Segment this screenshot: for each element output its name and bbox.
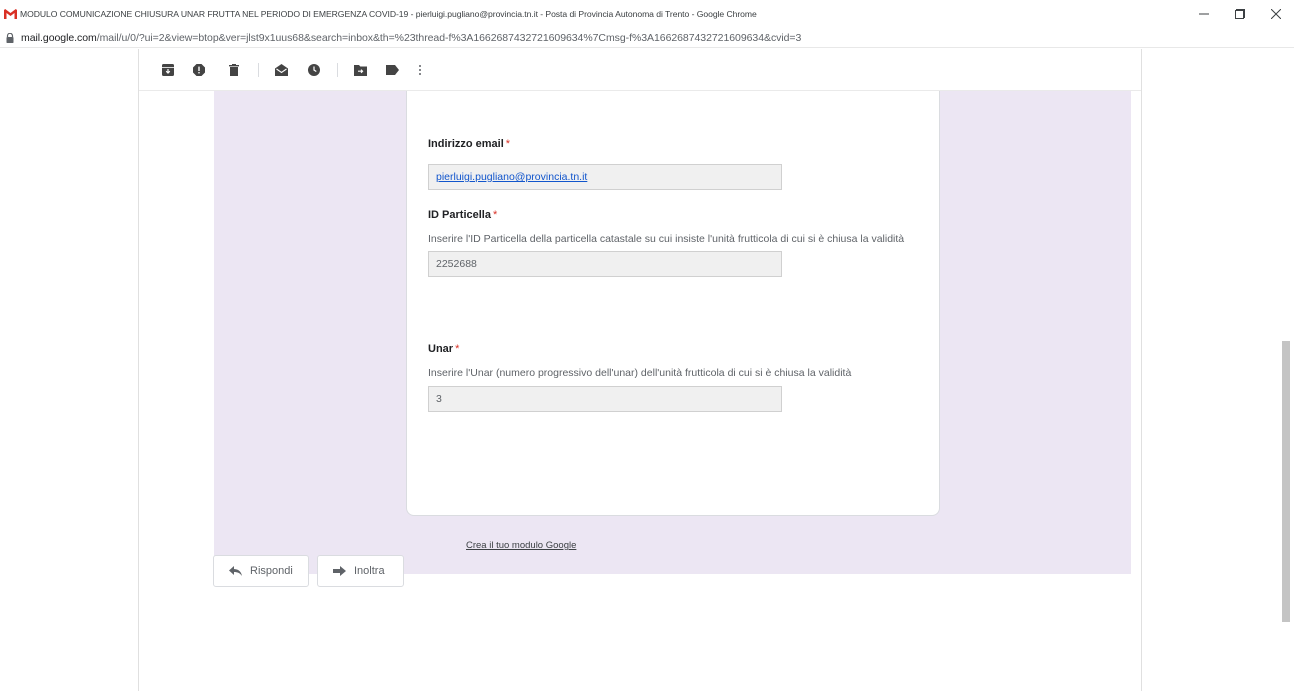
question-title: Indirizzo email *: [428, 138, 782, 150]
answer-value: 3: [436, 393, 442, 405]
toolbar-separator: [258, 63, 259, 77]
question-title-text: Unar: [428, 343, 454, 355]
required-mark: *: [455, 343, 460, 355]
question-particella: ID Particella * Inserire l'ID Particella …: [428, 209, 928, 277]
question-title: Unar *: [428, 343, 928, 355]
mark-unread-icon[interactable]: [274, 63, 288, 77]
question-email: Indirizzo email * pierluigi.pugliano@prov…: [428, 138, 782, 190]
reply-icon: [228, 564, 242, 578]
gmail-logo-icon: [4, 9, 17, 19]
archive-icon[interactable]: [161, 63, 175, 77]
google-form-embed: Indirizzo email * pierluigi.pugliano@prov…: [214, 91, 1131, 574]
create-google-form-link[interactable]: Crea il tuo modulo Google: [466, 540, 576, 551]
forward-label: Inoltra: [354, 565, 385, 577]
page-scrollbar-thumb[interactable]: [1282, 341, 1290, 622]
window-title: MODULO COMUNICAZIONE CHIUSURA UNAR FRUTT…: [20, 9, 757, 19]
url-path: /mail/u/0/?ui=2&view=btop&ver=jlst9x1uus…: [96, 31, 802, 44]
lock-icon: [5, 32, 14, 43]
particella-answer-field: 2252688: [428, 251, 782, 277]
more-icon[interactable]: [413, 63, 427, 77]
move-to-icon[interactable]: [353, 63, 367, 77]
close-window-button[interactable]: [1258, 0, 1294, 28]
forward-button[interactable]: Inoltra: [317, 555, 404, 587]
question-title: ID Particella *: [428, 209, 928, 221]
report-spam-icon[interactable]: [192, 63, 206, 77]
question-unar: Unar * Inserire l'Unar (numero progressiv…: [428, 343, 928, 412]
url-text[interactable]: mail.google.com/mail/u/0/?ui=2&view=btop…: [21, 32, 801, 44]
forward-icon: [332, 564, 346, 578]
message-toolbar: [139, 49, 1141, 91]
required-mark: *: [505, 138, 511, 150]
question-title-text: ID Particella: [428, 209, 491, 221]
email-answer-field: pierluigi.pugliano@provincia.tn.it: [428, 164, 782, 190]
snooze-icon[interactable]: [307, 63, 321, 77]
answer-value: 2252688: [436, 258, 477, 270]
toolbar-separator: [337, 63, 338, 77]
maximize-button[interactable]: [1222, 0, 1258, 28]
form-card: Indirizzo email * pierluigi.pugliano@prov…: [406, 91, 940, 516]
address-bar[interactable]: mail.google.com/mail/u/0/?ui=2&view=btop…: [0, 28, 1294, 48]
label-icon[interactable]: [385, 63, 399, 77]
gmail-message-pane: Indirizzo email * pierluigi.pugliano@prov…: [138, 49, 1142, 691]
unar-answer-field: 3: [428, 386, 782, 412]
delete-icon[interactable]: [227, 63, 241, 77]
required-mark: *: [492, 209, 498, 221]
question-title-text: Indirizzo email: [428, 138, 504, 150]
email-link[interactable]: pierluigi.pugliano@provincia.tn.it: [436, 171, 587, 183]
url-host: mail.google.com: [21, 31, 97, 44]
reply-button[interactable]: Rispondi: [213, 555, 309, 587]
question-description: Inserire l'ID Particella della particell…: [428, 233, 905, 245]
question-description: Inserire l'Unar (numero progressivo dell…: [428, 367, 852, 379]
reply-label: Rispondi: [250, 565, 293, 577]
window-title-bar: MODULO COMUNICAZIONE CHIUSURA UNAR FRUTT…: [0, 0, 1294, 28]
minimize-button[interactable]: [1186, 0, 1222, 28]
